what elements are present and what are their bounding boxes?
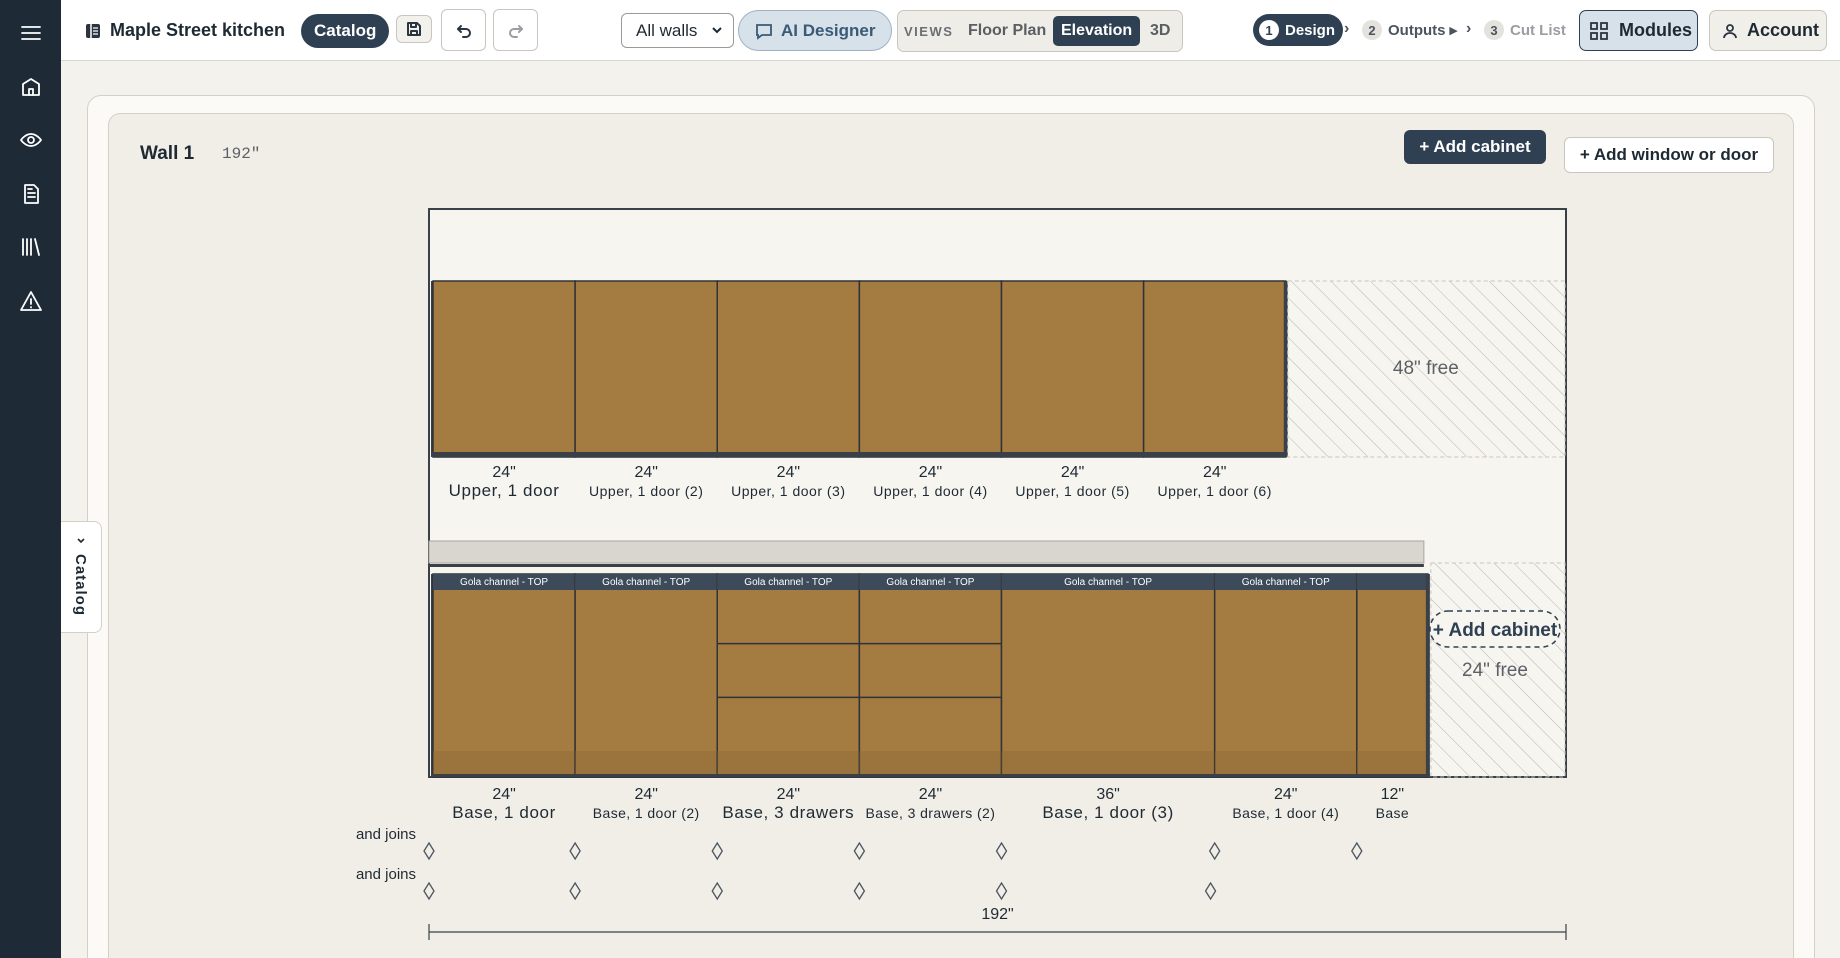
cabinet-name-label: Base, 3 drawers (2) (866, 805, 996, 821)
base-cabinet[interactable]: Gola channel - TOP (716, 573, 861, 778)
join-marker-icon[interactable] (423, 841, 435, 861)
cabinet-width-label: 24" (492, 464, 515, 481)
base-cabinet-body (716, 573, 861, 778)
toe-kick (1214, 751, 1357, 777)
toe-kick (717, 751, 860, 777)
cabinet-name-label: Base, 1 door (4) (1232, 805, 1339, 821)
add-cabinet-slot-label: + Add cabinet (1433, 620, 1558, 641)
join-marker-icon[interactable] (423, 881, 435, 901)
free-space-label: 48" free (1393, 358, 1459, 379)
cabinet-name-label: Base, 1 door (452, 803, 556, 822)
cabinet-width-label: 24" (777, 786, 800, 803)
cabinet-width-label: 24" (1061, 464, 1084, 481)
join-marker-icon[interactable] (569, 881, 581, 901)
upper-bottom-rail (431, 452, 1286, 457)
join-marker-icon[interactable] (853, 881, 866, 901)
base-cabinet-body (858, 573, 1003, 778)
toe-kick (1001, 751, 1215, 777)
toe-kick (433, 751, 576, 777)
base-cabinet-body (574, 573, 718, 778)
toe-kick (575, 751, 718, 777)
upper-cabinet[interactable] (716, 280, 861, 458)
app-root: Maple Street kitchen Catalog All walls A… (0, 0, 1840, 958)
cabinet-width-label: 24" (1203, 464, 1226, 481)
countertop-edge (429, 564, 1424, 567)
wall-elevation: 24"Upper, 1 door24"Upper, 1 door (2)24"U… (356, 208, 1567, 940)
joins-label: and joins (356, 866, 416, 883)
base-cabinet-body (432, 573, 576, 778)
cabinet-width-label: 12" (1381, 786, 1404, 803)
cabinet-name-label: Upper, 1 door (2) (589, 483, 703, 499)
toe-kick (1356, 751, 1428, 777)
gola-channel-label: Gola channel - TOP (1242, 577, 1330, 588)
cabinet-name-label: Upper, 1 door (449, 481, 560, 500)
join-marker-icon[interactable] (995, 841, 1008, 861)
cabinet-width-label: 24" (1274, 786, 1297, 803)
cabinet-width-label: 36" (1096, 786, 1119, 803)
base-cabinet[interactable]: Gola channel - TOP (574, 573, 718, 778)
base-cabinet[interactable]: Gola channel - TOP (858, 573, 1003, 778)
cabinet-name-label: Base, 1 door (3) (1042, 803, 1174, 822)
free-space-label: 24" free (1462, 660, 1528, 681)
cabinet-width-label: 24" (634, 786, 657, 803)
cabinet-name-label: Upper, 1 door (3) (731, 483, 845, 499)
cabinet-name-label: Base, 1 door (2) (593, 805, 700, 821)
cabinet-width-label: 24" (919, 464, 942, 481)
join-marker-icon[interactable] (711, 841, 724, 861)
upper-cabinet[interactable] (574, 280, 718, 458)
toe-kick (859, 751, 1002, 777)
countertop (428, 540, 1425, 564)
gola-channel-label: Gola channel - TOP (602, 577, 690, 588)
join-marker-icon[interactable] (1208, 841, 1221, 861)
base-cabinet-body (1000, 573, 1216, 778)
base-cabinet[interactable] (1356, 573, 1429, 778)
joins-label: and joins (356, 826, 416, 843)
base-cabinet-body (1213, 573, 1358, 778)
gola-channel-label: Gola channel - TOP (744, 577, 832, 588)
cabinet-name-label: Upper, 1 door (6) (1158, 483, 1272, 499)
cabinet-name-label: Base (1376, 805, 1410, 821)
gola-channel-label: Gola channel - TOP (886, 577, 974, 588)
join-marker-icon[interactable] (711, 881, 724, 901)
join-marker-icon[interactable] (995, 881, 1008, 901)
base-end-panel (1425, 574, 1430, 777)
upper-cabinet[interactable] (432, 280, 576, 458)
gola-channel-label: Gola channel - TOP (1064, 577, 1152, 588)
cabinet-width-label: 24" (777, 464, 800, 481)
upper-cabinet[interactable] (1142, 280, 1287, 458)
cabinet-name-label: Upper, 1 door (5) (1015, 483, 1129, 499)
upper-end-panel (1283, 281, 1288, 457)
join-marker-icon[interactable] (1351, 841, 1363, 861)
base-cabinet[interactable]: Gola channel - TOP (1213, 573, 1358, 778)
base-bottom-rail (431, 774, 1430, 777)
upper-cabinet[interactable] (858, 280, 1003, 458)
upper-cabinet[interactable] (1000, 280, 1145, 458)
add-cabinet-slot[interactable]: + Add cabinet (1429, 610, 1561, 648)
gola-channel-label: Gola channel - TOP (460, 577, 548, 588)
cabinet-width-label: 24" (634, 464, 657, 481)
cabinet-width-label: 24" (492, 786, 515, 803)
base-cabinet[interactable]: Gola channel - TOP (1000, 573, 1216, 778)
base-cabinet[interactable]: Gola channel - TOP (432, 573, 576, 778)
join-marker-icon[interactable] (853, 841, 866, 861)
join-marker-icon[interactable] (1204, 881, 1217, 901)
gola-channel (1356, 574, 1428, 590)
cabinet-name-label: Base, 3 drawers (722, 803, 854, 822)
join-marker-icon[interactable] (569, 841, 581, 861)
cabinet-width-label: 24" (919, 786, 942, 803)
cabinet-name-label: Upper, 1 door (4) (873, 483, 987, 499)
total-dimension-label: 192" (981, 906, 1013, 923)
base-cabinet-body (1356, 573, 1429, 778)
